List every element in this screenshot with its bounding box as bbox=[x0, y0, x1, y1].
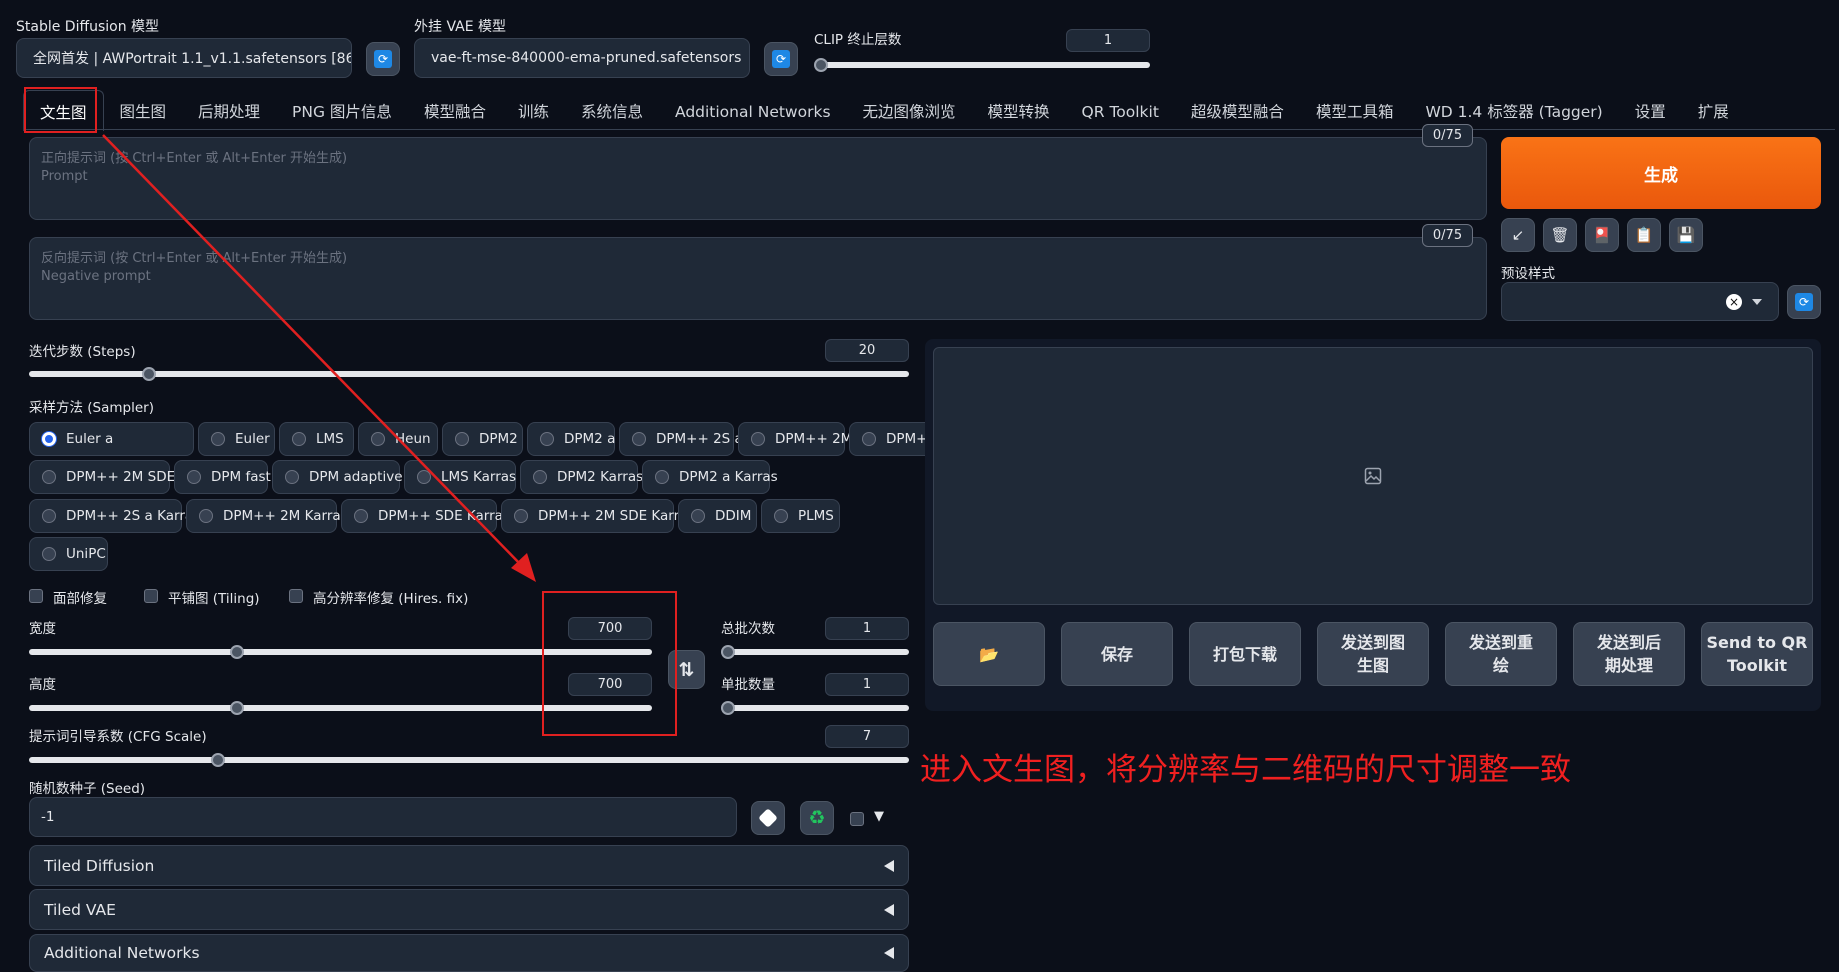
annotation-arrow bbox=[102, 134, 536, 582]
